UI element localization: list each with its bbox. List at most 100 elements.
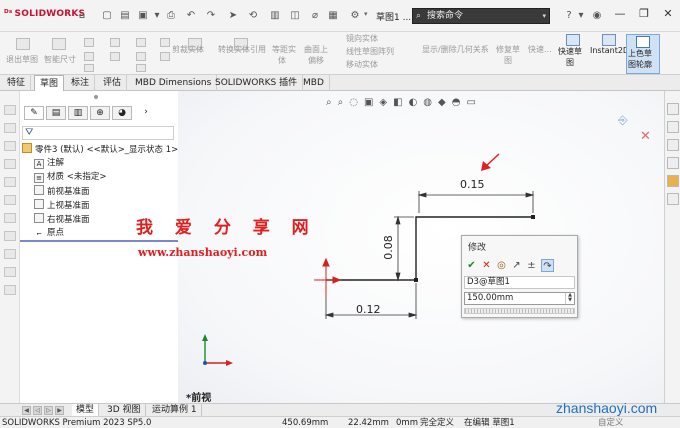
tab-features[interactable]: 特征 bbox=[2, 75, 32, 91]
custom-properties-icon[interactable] bbox=[667, 193, 679, 205]
smart-dimension-button[interactable]: 智能尺寸 bbox=[44, 54, 76, 65]
shaded-sketch-contours-button[interactable]: 上色草 图轮廓 bbox=[626, 34, 660, 74]
view-icon[interactable]: ◫ bbox=[288, 9, 302, 22]
strip-tool-icon[interactable] bbox=[4, 159, 16, 169]
value-spinner[interactable]: ▲ ▼ bbox=[565, 293, 574, 304]
strip-tool-icon[interactable] bbox=[4, 105, 16, 115]
tree-item-top-plane[interactable]: 上视基准面 bbox=[34, 199, 90, 212]
instant2d-button[interactable]: Instant2D bbox=[590, 46, 629, 55]
search-dropdown-icon[interactable]: ▾ bbox=[542, 10, 546, 23]
panel-grip[interactable] bbox=[94, 95, 98, 99]
thumbwheel[interactable] bbox=[464, 308, 575, 314]
tree-item-part[interactable]: 零件3 (默认) <<默认>_显示状态 1> bbox=[22, 143, 178, 156]
home-icon[interactable]: ⌂ bbox=[75, 9, 89, 22]
exit-sketch-button[interactable]: 退出草图 bbox=[6, 54, 38, 65]
display-manager-tab-icon[interactable]: ◕ bbox=[112, 106, 132, 120]
slot-icon[interactable] bbox=[110, 52, 120, 61]
solidworks-resources-icon[interactable] bbox=[667, 103, 679, 115]
first-tab-arrow-icon[interactable]: ◀ bbox=[22, 406, 31, 415]
last-tab-arrow-icon[interactable]: ▶ bbox=[55, 406, 64, 415]
rebuild-icon[interactable]: ◎ bbox=[495, 259, 508, 272]
feature-tree-tab-icon[interactable]: ✎ bbox=[24, 106, 44, 120]
arc-icon[interactable] bbox=[84, 64, 94, 72]
tree-item-material[interactable]: ≡ 材质 <未指定> bbox=[34, 171, 106, 183]
tree-item-right-plane[interactable]: 右视基准面 bbox=[34, 213, 90, 226]
mark-for-drawing-icon[interactable]: ± bbox=[525, 259, 538, 272]
help-dropdown-icon[interactable]: ▾ bbox=[574, 9, 588, 22]
spline-icon[interactable] bbox=[136, 38, 146, 47]
open-icon[interactable]: ▤ bbox=[118, 9, 132, 22]
view-palette-icon[interactable] bbox=[667, 157, 679, 169]
repair-sketch-button[interactable]: 修复草 bbox=[496, 44, 520, 55]
strip-tool-icon[interactable] bbox=[4, 195, 16, 205]
rollback-bar[interactable] bbox=[20, 240, 178, 242]
text-icon[interactable] bbox=[136, 64, 146, 72]
tab-mbd[interactable]: MBD bbox=[298, 75, 330, 91]
strip-tool-icon[interactable] bbox=[4, 213, 16, 223]
dimension-label-bottom[interactable]: 0.12 bbox=[356, 303, 381, 316]
save-dropdown-icon[interactable]: ▾ bbox=[150, 9, 164, 22]
polygon-icon[interactable] bbox=[136, 52, 146, 61]
tree-item-annotations[interactable]: A 注解 bbox=[34, 157, 64, 169]
smart-dimension-icon[interactable] bbox=[52, 38, 66, 50]
tree-item-origin[interactable]: ⌐ 原点 bbox=[34, 227, 64, 240]
tab-solidworks-addins[interactable]: SOLIDWORKS 插件 bbox=[210, 75, 304, 91]
strip-tool-icon[interactable] bbox=[4, 141, 16, 151]
dimension-0-08[interactable] bbox=[394, 215, 414, 282]
dimension-label-top[interactable]: 0.15 bbox=[460, 178, 485, 191]
rebuild-icon[interactable]: ⟲ bbox=[246, 9, 260, 22]
print-icon[interactable]: ⎙ bbox=[164, 9, 178, 22]
rectangle-icon[interactable] bbox=[110, 38, 120, 47]
tab-mbd-dimensions[interactable]: MBD Dimensions bbox=[130, 75, 218, 91]
spin-increment-icon[interactable]: ↷ bbox=[541, 259, 554, 272]
ok-check-icon[interactable]: ✔ bbox=[465, 259, 478, 272]
search-commands-input[interactable]: ⌕ 搜索命令 ▾ bbox=[412, 8, 550, 24]
fillet-icon[interactable] bbox=[160, 38, 170, 47]
sketch-origin[interactable] bbox=[314, 257, 342, 295]
close-window-icon[interactable]: ✕ bbox=[660, 6, 676, 22]
tab-sketch[interactable]: 草图 bbox=[34, 75, 65, 91]
exit-sketch-icon[interactable] bbox=[16, 38, 30, 50]
line-icon[interactable] bbox=[84, 38, 94, 47]
linear-pattern-button[interactable]: 线性草图阵列 bbox=[346, 46, 394, 57]
user-icon[interactable]: ◉ bbox=[590, 9, 604, 22]
solidworks-logo[interactable]: ᴰˢ SOLIDWORKS bbox=[4, 9, 85, 19]
trim-entities-button[interactable]: 剪裁实体 bbox=[172, 44, 204, 55]
offset-entities-button[interactable]: 等距实 bbox=[272, 44, 296, 55]
dimension-label-vertical[interactable]: 0.08 bbox=[382, 235, 395, 260]
surface-offset-button[interactable]: 曲面上 bbox=[304, 44, 328, 55]
strip-tool-icon[interactable] bbox=[4, 267, 16, 277]
mirror-entities-button[interactable]: 镜向实体 bbox=[346, 33, 378, 44]
options-gear-icon[interactable]: ⚙ bbox=[348, 9, 362, 22]
circle-icon[interactable] bbox=[84, 52, 94, 61]
strip-tool-icon[interactable] bbox=[4, 285, 16, 295]
convert-entities-button[interactable]: 转换实体引用 bbox=[218, 44, 266, 55]
file-properties-icon[interactable]: ▥ bbox=[268, 9, 282, 22]
display-relations-button[interactable]: 显示/删除几何关系 bbox=[422, 44, 489, 55]
instant2d-icon[interactable] bbox=[602, 34, 616, 46]
file-explorer-icon[interactable] bbox=[667, 139, 679, 151]
dimxpert-tab-icon[interactable]: ⊕ bbox=[90, 106, 110, 120]
property-manager-tab-icon[interactable]: ▤ bbox=[46, 106, 66, 120]
plane-icon[interactable] bbox=[160, 52, 170, 61]
sketch-point[interactable] bbox=[414, 278, 418, 282]
paperclip-icon[interactable]: ⌀ bbox=[308, 9, 322, 22]
select-arrow-icon[interactable]: ➤ bbox=[226, 9, 240, 22]
new-document-icon[interactable]: ▢ bbox=[100, 9, 114, 22]
tree-item-front-plane[interactable]: 前视基准面 bbox=[34, 185, 90, 198]
move-entities-button[interactable]: 移动实体 bbox=[346, 59, 378, 70]
reverse-dimension-icon[interactable]: ↗ bbox=[510, 259, 523, 272]
rapid-sketch-button[interactable]: 快速草 bbox=[558, 46, 582, 57]
rapid-sketch-icon[interactable] bbox=[566, 34, 580, 46]
undo-icon[interactable]: ↶ bbox=[184, 9, 198, 22]
options-dropdown-icon[interactable]: ▾ bbox=[364, 10, 368, 18]
strip-tool-icon[interactable] bbox=[4, 231, 16, 241]
minimize-icon[interactable]: — bbox=[612, 6, 628, 22]
quick-snaps-button[interactable]: 快速... bbox=[528, 44, 552, 55]
dimension-name-field[interactable]: D3@草图1 bbox=[464, 276, 575, 289]
cancel-x-icon[interactable]: ✕ bbox=[480, 259, 493, 272]
dimension-0-15[interactable] bbox=[417, 191, 535, 213]
configuration-tab-icon[interactable]: ▥ bbox=[68, 106, 88, 120]
strip-tool-icon[interactable] bbox=[4, 177, 16, 187]
units-custom[interactable]: 自定义 bbox=[598, 417, 624, 428]
